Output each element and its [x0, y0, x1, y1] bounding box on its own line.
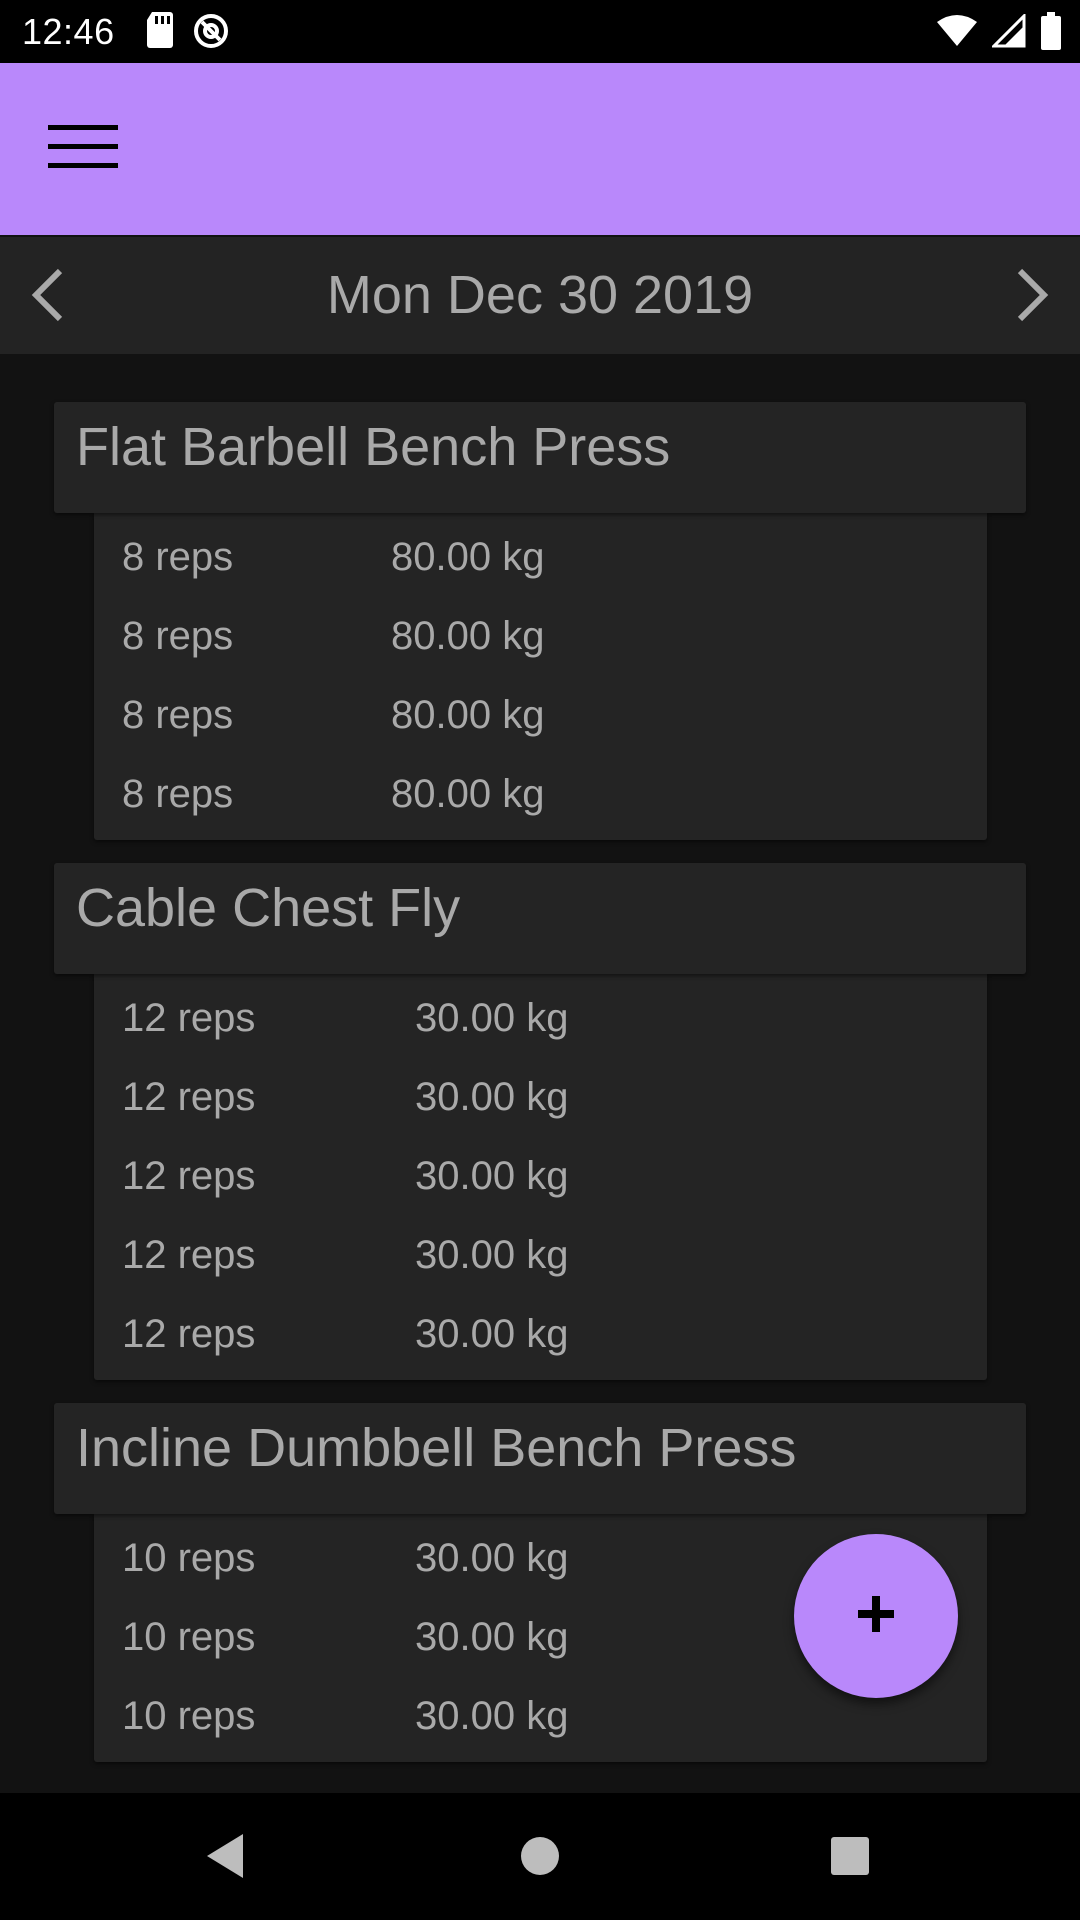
exercise-header[interactable]: Flat Barbell Bench Press	[54, 402, 1026, 513]
date-navigation: Mon Dec 30 2019	[0, 237, 1080, 354]
set-weight: 80.00 kg	[391, 614, 545, 658]
system-nav-bar	[0, 1793, 1080, 1920]
set-weight: 30.00 kg	[415, 1233, 569, 1277]
battery-icon	[1040, 12, 1062, 55]
set-row[interactable]: 12 reps 30.00 kg	[94, 979, 987, 1058]
chevron-right-icon	[1012, 267, 1052, 328]
set-reps: 10 reps	[122, 1694, 256, 1738]
set-weight: 30.00 kg	[415, 1615, 569, 1659]
set-list: 8 reps 80.00 kg 8 reps 80.00 kg 8 reps 8…	[94, 513, 987, 840]
set-row[interactable]: 12 reps 30.00 kg	[94, 1137, 987, 1216]
set-reps: 10 reps	[122, 1536, 256, 1580]
status-left-icons	[146, 12, 230, 55]
next-day-button[interactable]	[992, 257, 1072, 337]
set-weight: 30.00 kg	[415, 1536, 569, 1580]
set-reps: 12 reps	[122, 1312, 256, 1356]
exercise-name: Cable Chest Fly	[76, 878, 461, 938]
set-reps: 8 reps	[122, 693, 234, 737]
status-time: 12:46	[22, 11, 115, 52]
set-reps: 12 reps	[122, 1233, 256, 1277]
set-reps: 8 reps	[122, 535, 234, 579]
sd-card-icon	[146, 12, 174, 55]
status-bar: 12:46	[0, 0, 1080, 63]
set-weight: 80.00 kg	[391, 693, 545, 737]
nav-back-button[interactable]	[190, 1823, 260, 1893]
exercise-name: Flat Barbell Bench Press	[76, 417, 671, 477]
set-reps: 12 reps	[122, 1075, 256, 1119]
set-list: 12 reps 30.00 kg 12 reps 30.00 kg 12 rep…	[94, 974, 987, 1380]
nav-recents-button[interactable]	[815, 1823, 885, 1893]
set-row[interactable]: 12 reps 30.00 kg	[94, 1216, 987, 1295]
exercise-header[interactable]: Incline Dumbbell Bench Press	[54, 1403, 1026, 1514]
set-reps: 8 reps	[122, 772, 234, 816]
status-right-icons	[936, 12, 1062, 55]
wifi-icon	[936, 14, 978, 53]
set-weight: 30.00 kg	[415, 996, 569, 1040]
set-row[interactable]: 8 reps 80.00 kg	[94, 597, 987, 676]
set-weight: 30.00 kg	[415, 1154, 569, 1198]
screen: 12:46 Mon Dec 30 2019 Flat Barbell Bench…	[0, 0, 1080, 1920]
nav-home-button[interactable]	[505, 1823, 575, 1893]
exercise-card[interactable]: Flat Barbell Bench Press 8 reps 80.00 kg…	[54, 402, 1026, 840]
set-reps: 10 reps	[122, 1615, 256, 1659]
set-row[interactable]: 8 reps 80.00 kg	[94, 755, 987, 834]
set-reps: 12 reps	[122, 1154, 256, 1198]
plus-icon	[856, 1594, 896, 1639]
set-row[interactable]: 8 reps 80.00 kg	[94, 676, 987, 755]
menu-button[interactable]	[38, 113, 128, 185]
exercise-card[interactable]: Cable Chest Fly 12 reps 30.00 kg 12 reps…	[54, 863, 1026, 1380]
set-weight: 30.00 kg	[415, 1694, 569, 1738]
set-row[interactable]: 8 reps 80.00 kg	[94, 518, 987, 597]
add-exercise-button[interactable]	[794, 1534, 958, 1698]
exercise-name: Incline Dumbbell Bench Press	[76, 1418, 797, 1478]
current-date: Mon Dec 30 2019	[326, 265, 754, 325]
set-row[interactable]: 12 reps 30.00 kg	[94, 1295, 987, 1374]
at-sign-icon	[192, 12, 230, 55]
exercise-header[interactable]: Cable Chest Fly	[54, 863, 1026, 974]
set-reps: 8 reps	[122, 614, 234, 658]
set-weight: 80.00 kg	[391, 535, 545, 579]
set-reps: 12 reps	[122, 996, 256, 1040]
signal-icon	[990, 12, 1026, 53]
back-triangle-icon	[203, 1832, 247, 1885]
set-weight: 80.00 kg	[391, 772, 545, 816]
home-circle-icon	[520, 1836, 560, 1881]
hamburger-menu-icon	[48, 123, 118, 176]
set-weight: 30.00 kg	[415, 1075, 569, 1119]
set-row[interactable]: 12 reps 30.00 kg	[94, 1058, 987, 1137]
app-bar	[0, 63, 1080, 235]
recents-square-icon	[830, 1836, 870, 1881]
set-weight: 30.00 kg	[415, 1312, 569, 1356]
